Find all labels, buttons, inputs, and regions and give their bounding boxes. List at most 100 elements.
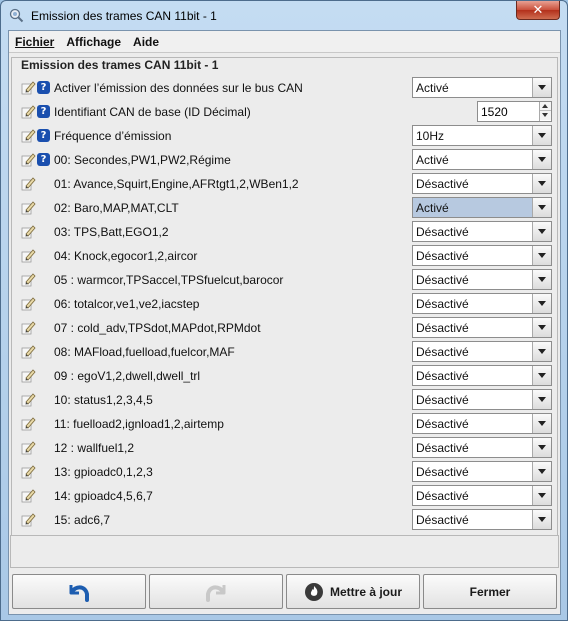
setting-row: 11: fuelload2,ignload1,2,airtemp Désactiv…: [12, 412, 557, 436]
setting-dropdown[interactable]: Désactivé: [412, 485, 552, 506]
edit-pencil-icon[interactable]: [21, 488, 36, 503]
chevron-down-icon[interactable]: [532, 198, 551, 217]
menu-aide[interactable]: Aide: [133, 35, 159, 49]
spinner-up-icon[interactable]: [540, 102, 551, 111]
dropdown-value: Désactivé: [416, 249, 469, 263]
dropdown-value: Désactivé: [416, 513, 469, 527]
chevron-down-icon[interactable]: [532, 510, 551, 529]
edit-pencil-icon[interactable]: [21, 128, 36, 143]
chevron-down-icon[interactable]: [532, 318, 551, 337]
window-title: Emission des trames CAN 11bit - 1: [31, 9, 217, 23]
chevron-down-icon[interactable]: [532, 342, 551, 361]
setting-dropdown[interactable]: Désactivé: [412, 413, 552, 434]
setting-row: ? Activer l’émission des données sur le b…: [12, 76, 557, 100]
edit-pencil-icon[interactable]: [21, 512, 36, 527]
dropdown-value: Désactivé: [416, 177, 469, 191]
spinner-value[interactable]: 1520: [481, 105, 508, 119]
chevron-down-icon[interactable]: [532, 78, 551, 97]
main-window: Emission des trames CAN 11bit - 1 ✕ Fich…: [0, 0, 568, 621]
chevron-down-icon[interactable]: [532, 126, 551, 145]
setting-dropdown[interactable]: Désactivé: [412, 173, 552, 194]
edit-pencil-icon[interactable]: [21, 272, 36, 287]
undo-button[interactable]: [12, 574, 146, 609]
setting-label: Activer l’émission des données sur le bu…: [54, 81, 303, 95]
title-bar[interactable]: Emission des trames CAN 11bit - 1 ✕: [1, 1, 567, 30]
help-icon[interactable]: ?: [37, 81, 50, 94]
chevron-down-icon[interactable]: [532, 462, 551, 481]
chevron-down-icon[interactable]: [532, 438, 551, 457]
setting-dropdown[interactable]: Désactivé: [412, 245, 552, 266]
chevron-down-icon[interactable]: [532, 174, 551, 193]
edit-pencil-icon[interactable]: [21, 224, 36, 239]
setting-dropdown[interactable]: Désactivé: [412, 365, 552, 386]
chevron-down-icon[interactable]: [532, 294, 551, 313]
setting-dropdown[interactable]: Désactivé: [412, 437, 552, 458]
chevron-down-icon[interactable]: [532, 366, 551, 385]
setting-dropdown[interactable]: Désactivé: [412, 269, 552, 290]
help-icon[interactable]: ?: [37, 105, 50, 118]
chevron-down-icon[interactable]: [532, 222, 551, 241]
edit-pencil-icon[interactable]: [21, 296, 36, 311]
menu-fichier[interactable]: Fichier: [15, 35, 54, 49]
setting-label: 04: Knock,egocor1,2,aircor: [54, 249, 198, 263]
can-id-spinner[interactable]: 1520: [477, 101, 552, 122]
setting-dropdown[interactable]: Désactivé: [412, 317, 552, 338]
setting-dropdown[interactable]: Désactivé: [412, 221, 552, 242]
app-icon: [9, 8, 24, 23]
setting-row: 04: Knock,egocor1,2,aircor Désactivé: [12, 244, 557, 268]
edit-pencil-icon[interactable]: [21, 176, 36, 191]
edit-pencil-icon[interactable]: [21, 152, 36, 167]
chevron-down-icon[interactable]: [532, 390, 551, 409]
edit-pencil-icon[interactable]: [21, 80, 36, 95]
chevron-down-icon[interactable]: [532, 270, 551, 289]
spinner-down-icon[interactable]: [540, 111, 551, 120]
edit-pencil-icon[interactable]: [21, 200, 36, 215]
panel-title: Emission des trames CAN 11bit - 1: [19, 58, 221, 72]
close-window-button[interactable]: ✕: [516, 1, 560, 20]
update-button[interactable]: Mettre à jour: [286, 574, 420, 609]
edit-pencil-icon[interactable]: [21, 440, 36, 455]
setting-dropdown[interactable]: Activé: [412, 149, 552, 170]
menu-bar: Fichier Affichage Aide: [9, 31, 560, 53]
dropdown-value: Désactivé: [416, 225, 469, 239]
edit-pencil-icon[interactable]: [21, 464, 36, 479]
setting-dropdown[interactable]: Désactivé: [412, 509, 552, 530]
setting-dropdown[interactable]: Activé: [412, 197, 552, 218]
chevron-down-icon[interactable]: [532, 150, 551, 169]
close-icon: ✕: [532, 2, 544, 17]
setting-dropdown[interactable]: Activé: [412, 77, 552, 98]
setting-label: 02: Baro,MAP,MAT,CLT: [54, 201, 179, 215]
help-icon[interactable]: ?: [37, 129, 50, 142]
edit-pencil-icon[interactable]: [21, 104, 36, 119]
redo-button[interactable]: [149, 574, 283, 609]
setting-dropdown[interactable]: Désactivé: [412, 293, 552, 314]
edit-pencil-icon[interactable]: [21, 320, 36, 335]
setting-label: Identifiant CAN de base (ID Décimal): [54, 105, 251, 119]
edit-pencil-icon[interactable]: [21, 248, 36, 263]
setting-label: 03: TPS,Batt,EGO1,2: [54, 225, 169, 239]
setting-label: 14: gpioadc4,5,6,7: [54, 489, 153, 503]
dropdown-value: Désactivé: [416, 417, 469, 431]
setting-label: 07 : cold_adv,TPSdot,MAPdot,RPMdot: [54, 321, 261, 335]
close-button[interactable]: Fermer: [423, 574, 557, 609]
setting-label: 05 : warmcor,TPSaccel,TPSfuelcut,barocor: [54, 273, 284, 287]
setting-label: 06: totalcor,ve1,ve2,iacstep: [54, 297, 200, 311]
setting-dropdown[interactable]: Désactivé: [412, 389, 552, 410]
edit-pencil-icon[interactable]: [21, 392, 36, 407]
chevron-down-icon[interactable]: [532, 414, 551, 433]
close-button-label: Fermer: [469, 584, 511, 599]
edit-pencil-icon[interactable]: [21, 368, 36, 383]
setting-dropdown[interactable]: 10Hz: [412, 125, 552, 146]
setting-row: 03: TPS,Batt,EGO1,2 Désactivé: [12, 220, 557, 244]
setting-dropdown[interactable]: Désactivé: [412, 461, 552, 482]
edit-pencil-icon[interactable]: [21, 416, 36, 431]
setting-label: 15: adc6,7: [54, 513, 111, 527]
menu-affichage[interactable]: Affichage: [66, 35, 121, 49]
edit-pencil-icon[interactable]: [21, 344, 36, 359]
chevron-down-icon[interactable]: [532, 486, 551, 505]
update-button-label: Mettre à jour: [329, 584, 402, 599]
chevron-down-icon[interactable]: [532, 246, 551, 265]
help-icon[interactable]: ?: [37, 153, 50, 166]
setting-dropdown[interactable]: Désactivé: [412, 341, 552, 362]
dropdown-value: Désactivé: [416, 393, 469, 407]
